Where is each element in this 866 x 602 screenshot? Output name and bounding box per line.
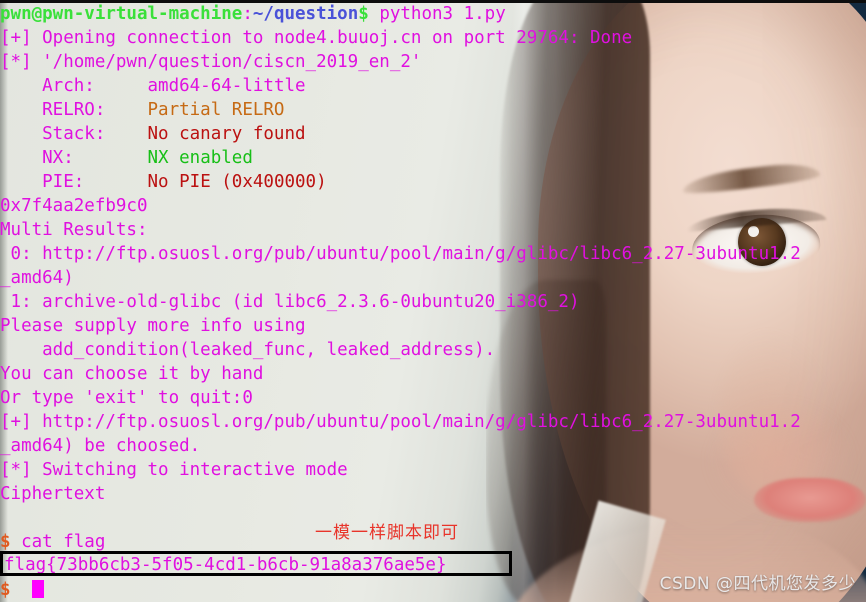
line-chosen: [+] http://ftp.osuosl.org/pub/ubuntu/poo… bbox=[0, 412, 801, 432]
line-switching: [*] Switching to interactive mode bbox=[0, 460, 348, 480]
line-chosen-cont: _amd64) be choosed. bbox=[0, 436, 201, 456]
final-prompt-line: $ bbox=[0, 578, 44, 602]
line-add-condition: add_condition(leaked_func, leaked_addres… bbox=[0, 340, 496, 360]
pie-label: PIE: bbox=[0, 172, 85, 192]
stack-value: No canary found bbox=[105, 124, 306, 144]
line-pie: PIE: No PIE (0x400000) bbox=[0, 170, 327, 194]
final-prompt-dollar: $ bbox=[0, 580, 11, 600]
csdn-watermark: CSDN @四代机您发多少 bbox=[659, 574, 856, 594]
line-binary-path: [*] '/home/pwn/question/ciscn_2019_en_2' bbox=[0, 52, 422, 72]
relro-value: Partial RELRO bbox=[105, 100, 285, 120]
line-result-1: 1: archive-old-glibc (id libc6_2.3.6-0ub… bbox=[0, 292, 580, 312]
cat-flag-command: cat flag bbox=[10, 532, 106, 552]
arch-value: amd64-64-little bbox=[94, 76, 306, 96]
line-nx: NX: NX enabled bbox=[0, 146, 253, 170]
stack-label: Stack: bbox=[0, 124, 106, 144]
prompt-command: python3 1.py bbox=[368, 4, 506, 24]
terminal-screenshot: pwn@pwn-virtual-machine:~/question$ pyth… bbox=[0, 0, 866, 602]
cat-flag-dollar: $ bbox=[0, 532, 11, 552]
line-please-supply: Please supply more info using bbox=[0, 316, 306, 336]
terminal-output: pwn@pwn-virtual-machine:~/question$ pyth… bbox=[0, 0, 866, 602]
prompt-dollar: $ bbox=[358, 4, 369, 24]
line-relro: RELRO: Partial RELRO bbox=[0, 98, 284, 122]
line-arch: Arch: amd64-64-little bbox=[0, 74, 306, 98]
line-leak-address: 0x7f4aa2efb9c0 bbox=[0, 196, 148, 216]
nx-label: NX: bbox=[0, 148, 74, 168]
line-opening: [+] Opening connection to node4.buuoj.cn… bbox=[0, 28, 633, 48]
prompt-path: ~/question bbox=[252, 4, 359, 24]
line-ciphertext: Ciphertext bbox=[0, 484, 106, 504]
line-choose-by-hand: You can choose it by hand bbox=[0, 364, 264, 384]
arch-label: Arch: bbox=[0, 76, 95, 96]
chinese-annotation: 一模一样脚本即可 bbox=[315, 523, 459, 543]
line-multi-results: Multi Results: bbox=[0, 220, 148, 240]
line-or-type-exit: Or type 'exit' to quit:0 bbox=[0, 388, 253, 408]
cat-flag-line: $ cat flag bbox=[0, 530, 105, 554]
prompt-user-host: pwn@pwn-virtual-machine bbox=[0, 4, 243, 24]
prompt-colon: : bbox=[242, 4, 253, 24]
nx-value: NX enabled bbox=[73, 148, 253, 168]
flag-value: flag{73bb6cb3-5f05-4cd1-b6cb-91a8a376ae5… bbox=[4, 555, 447, 575]
line-result-0-cont: _amd64) bbox=[0, 268, 74, 288]
pie-value: No PIE (0x400000) bbox=[84, 172, 327, 192]
terminal-cursor[interactable] bbox=[31, 580, 44, 598]
line-stack: Stack: No canary found bbox=[0, 122, 306, 146]
prompt-line: pwn@pwn-virtual-machine:~/question$ pyth… bbox=[0, 2, 506, 26]
line-result-0: 0: http://ftp.osuosl.org/pub/ubuntu/pool… bbox=[0, 244, 801, 264]
relro-label: RELRO: bbox=[0, 100, 106, 120]
